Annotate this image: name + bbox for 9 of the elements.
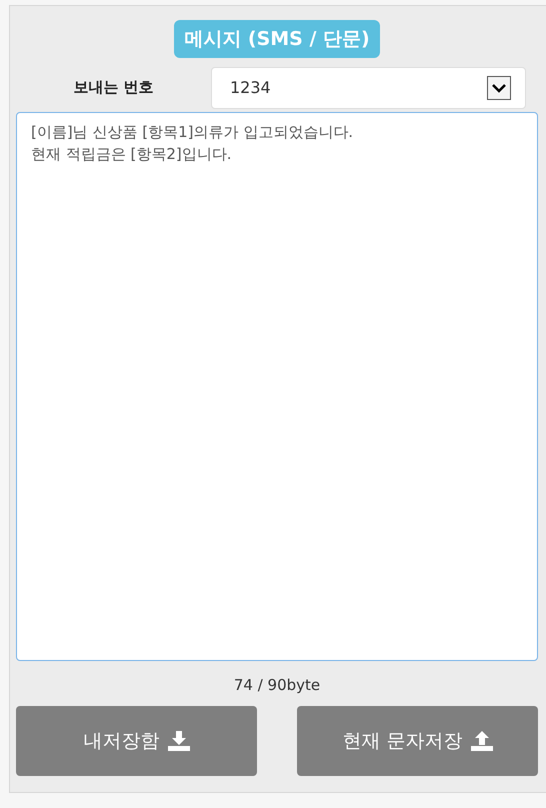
byte-counter: 74 / 90byte bbox=[234, 676, 320, 694]
sender-label: 보내는 번호 bbox=[72, 78, 155, 97]
message-field[interactable]: [이름]님 신상품 [항목1]의류가 입고되었습니다. 현재 적립금은 [항목2]입니다. bbox=[16, 112, 538, 661]
download-icon bbox=[168, 731, 190, 751]
panel-title: 메시지 (SMS / 단문) bbox=[174, 20, 380, 58]
upload-icon bbox=[470, 731, 493, 751]
sender-select[interactable]: 1234 bbox=[211, 66, 526, 108]
save-button[interactable]: 현재 문자저장 bbox=[297, 706, 538, 776]
storage-button[interactable]: 내저장함 bbox=[16, 706, 257, 776]
